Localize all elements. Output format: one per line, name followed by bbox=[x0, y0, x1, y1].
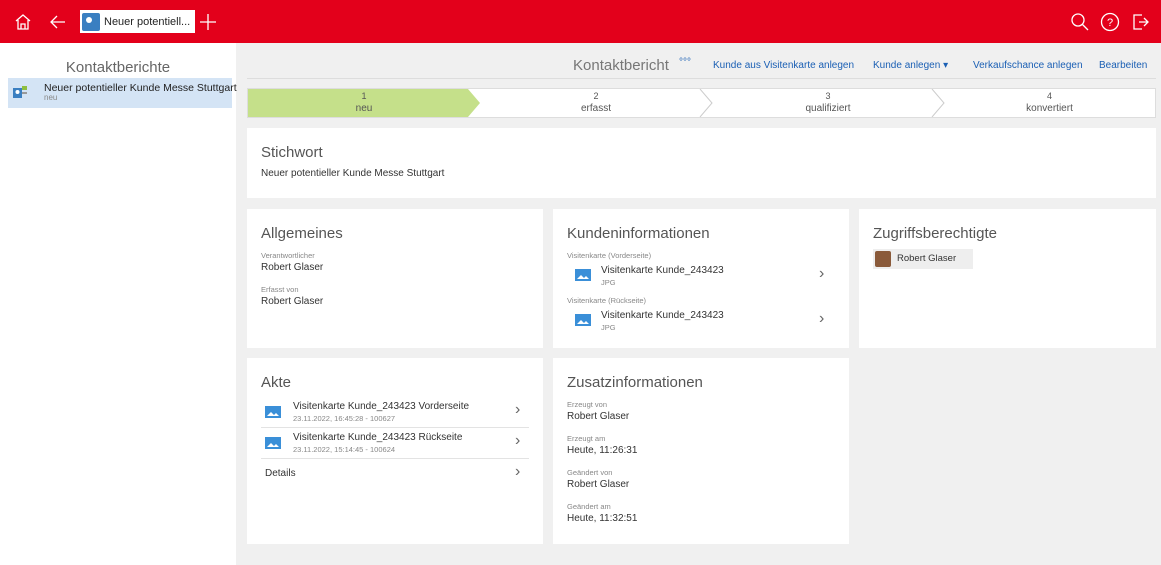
create-customer-dropdown[interactable]: Kunde anlegen ▾ bbox=[873, 60, 948, 71]
back-icon[interactable] bbox=[42, 0, 74, 43]
file-name: Visitenkarte Kunde_243423 bbox=[601, 310, 724, 321]
field-value: Robert Glaser bbox=[261, 262, 324, 273]
field-value: Robert Glaser bbox=[567, 411, 630, 422]
field-value: Heute, 11:32:51 bbox=[567, 513, 638, 524]
status-stepper: 1 neu 2 erfasst 3 qualifiziert 4 konvert… bbox=[247, 88, 1156, 118]
file-type: JPG bbox=[601, 278, 616, 287]
allgemeines-card: Allgemeines Verantwortlicher Robert Glas… bbox=[247, 209, 543, 348]
card-title: Allgemeines bbox=[261, 225, 343, 242]
user-chip[interactable]: Robert Glaser bbox=[873, 249, 973, 269]
kundeninformationen-card: Kundeninformationen Visitenkarte (Vorder… bbox=[553, 209, 849, 348]
top-bar: Neuer potentiell... ? bbox=[0, 0, 1161, 43]
create-customer-from-card-link[interactable]: Kunde aus Visitenkarte anlegen bbox=[713, 60, 854, 71]
card-title: Zugriffsberechtigte bbox=[873, 225, 997, 242]
svg-text:?: ? bbox=[1107, 17, 1113, 29]
step-number: 1 bbox=[361, 91, 367, 101]
image-icon bbox=[575, 269, 591, 281]
image-icon bbox=[265, 437, 281, 449]
file-name: Visitenkarte Kunde_243423 bbox=[601, 265, 724, 276]
image-icon bbox=[575, 314, 591, 326]
step-neu[interactable]: 1 neu bbox=[248, 89, 480, 117]
chevron-right-icon: › bbox=[819, 310, 825, 327]
field-value: Heute, 11:26:31 bbox=[567, 445, 638, 456]
chevron-right-icon: › bbox=[819, 265, 825, 282]
contact-report-icon bbox=[13, 86, 27, 98]
chevron-right-icon: › bbox=[515, 463, 521, 480]
step-label: konvertiert bbox=[1026, 103, 1073, 114]
akte-item[interactable]: Visitenkarte Kunde_243423 Vorderseite 23… bbox=[247, 398, 543, 427]
card-title: Akte bbox=[261, 374, 292, 391]
akte-details[interactable]: Details › bbox=[247, 460, 543, 486]
help-icon[interactable]: ? bbox=[1096, 0, 1124, 43]
user-name: Robert Glaser bbox=[897, 253, 957, 264]
card-title: Stichwort bbox=[261, 144, 323, 161]
search-icon[interactable] bbox=[1066, 0, 1094, 43]
stichwort-value: Neuer potentieller Kunde Messe Stuttgart bbox=[261, 168, 445, 179]
field-label: Erzeugt am bbox=[567, 434, 606, 443]
contact-report-icon bbox=[82, 12, 100, 31]
step-number: 2 bbox=[593, 91, 599, 101]
step-konvertiert[interactable]: 4 konvertiert bbox=[944, 89, 1155, 117]
field-label: Visitenkarte (Vorderseite) bbox=[567, 251, 652, 260]
image-icon bbox=[265, 406, 281, 418]
step-qualifiziert[interactable]: 3 qualifiziert bbox=[712, 89, 944, 117]
step-label: erfasst bbox=[580, 103, 611, 114]
field-label: Geändert von bbox=[567, 468, 613, 477]
field-label: Geändert am bbox=[567, 502, 611, 511]
step-erfasst[interactable]: 2 erfasst bbox=[480, 89, 712, 117]
zugriffsberechtigte-card: Zugriffsberechtigte Robert Glaser bbox=[859, 209, 1156, 348]
step-number: 4 bbox=[1046, 91, 1052, 101]
sidebar: Kontaktberichte Neuer potentieller Kunde… bbox=[0, 43, 237, 565]
chevron-right-icon: › bbox=[515, 432, 521, 449]
file-name: Visitenkarte Kunde_243423 Vorderseite bbox=[293, 401, 470, 412]
field-label: Erfasst von bbox=[261, 285, 299, 294]
sidebar-title: Kontaktberichte bbox=[65, 59, 171, 76]
avatar bbox=[875, 251, 891, 267]
add-tab-icon[interactable] bbox=[194, 0, 222, 43]
card-title: Kundeninformationen bbox=[567, 225, 710, 242]
details-label: Details bbox=[265, 468, 296, 479]
more-options-icon[interactable]: °°° bbox=[679, 57, 691, 68]
step-label: neu bbox=[355, 103, 373, 114]
content-header: Kontaktbericht °°° Kunde aus Visitenkart… bbox=[247, 52, 1156, 78]
card-title: Zusatzinformationen bbox=[567, 374, 703, 391]
front-card-file[interactable]: Visitenkarte Kunde_243423 JPG › bbox=[553, 261, 849, 289]
logout-icon[interactable] bbox=[1126, 0, 1154, 43]
field-label: Erzeugt von bbox=[567, 400, 608, 409]
step-number: 3 bbox=[825, 91, 831, 101]
akte-card: Akte Visitenkarte Kunde_243423 Vordersei… bbox=[247, 358, 543, 544]
field-label: Verantwortlicher bbox=[261, 251, 315, 260]
file-name: Visitenkarte Kunde_243423 Rückseite bbox=[293, 432, 463, 443]
field-value: Robert Glaser bbox=[261, 296, 324, 307]
sidebar-item-title: Neuer potentieller Kunde Messe Stuttgart bbox=[44, 82, 237, 94]
field-value: Robert Glaser bbox=[567, 479, 630, 490]
tab-current[interactable]: Neuer potentiell... bbox=[80, 10, 195, 33]
file-type: JPG bbox=[601, 323, 616, 332]
divider bbox=[261, 427, 529, 428]
file-meta: 23.11.2022, 15:14:45 - 100624 bbox=[293, 445, 396, 454]
tab-label: Neuer potentiell... bbox=[104, 15, 191, 28]
sidebar-item-status: neu bbox=[44, 93, 58, 102]
home-icon[interactable] bbox=[4, 0, 42, 43]
zusatzinformationen-card: Zusatzinformationen Erzeugt von Robert G… bbox=[553, 358, 849, 544]
create-opportunity-link[interactable]: Verkaufschance anlegen bbox=[973, 60, 1083, 71]
back-card-file[interactable]: Visitenkarte Kunde_243423 JPG › bbox=[553, 306, 849, 334]
file-meta: 23.11.2022, 16:45:28 - 100627 bbox=[293, 414, 396, 423]
page-title: Kontaktbericht bbox=[573, 57, 669, 74]
step-label: qualifiziert bbox=[805, 103, 851, 114]
field-label: Visitenkarte (Rückseite) bbox=[567, 296, 647, 305]
stichwort-card: Stichwort Neuer potentieller Kunde Messe… bbox=[247, 128, 1156, 198]
edit-link[interactable]: Bearbeiten bbox=[1099, 60, 1147, 71]
divider bbox=[261, 458, 529, 459]
akte-item[interactable]: Visitenkarte Kunde_243423 Rückseite 23.1… bbox=[247, 429, 543, 458]
sidebar-item-report[interactable]: Neuer potentieller Kunde Messe Stuttgart… bbox=[8, 78, 237, 108]
header-divider bbox=[247, 78, 1156, 79]
chevron-right-icon: › bbox=[515, 401, 521, 418]
